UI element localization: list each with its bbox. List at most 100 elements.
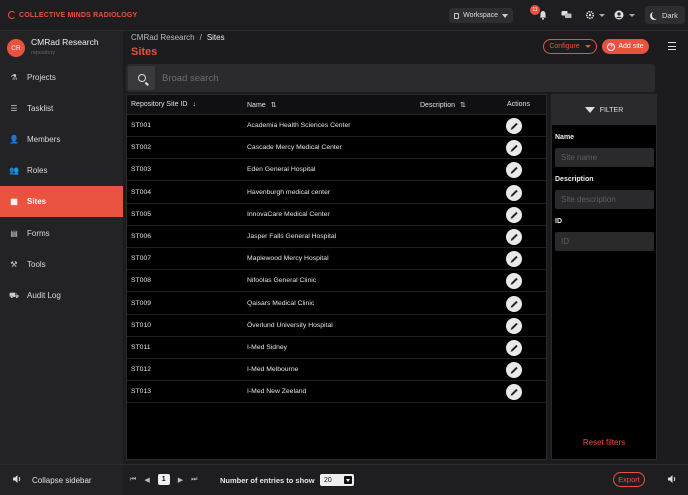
breadcrumb-parent[interactable]: CMRad Research bbox=[131, 33, 195, 42]
chevron-down-icon bbox=[584, 45, 591, 48]
sidebar-item-forms[interactable]: ▤ Forms bbox=[0, 218, 123, 249]
edit-button[interactable] bbox=[506, 184, 522, 201]
edit-button[interactable] bbox=[506, 273, 522, 290]
table-row[interactable]: ST010 Överlund University Hospital bbox=[127, 315, 546, 337]
site-id-cell: ST012 bbox=[131, 366, 152, 374]
page-title: Sites bbox=[131, 46, 158, 58]
pencil-icon bbox=[510, 344, 518, 352]
edit-button[interactable] bbox=[506, 206, 522, 223]
site-description-filter-input[interactable] bbox=[555, 190, 654, 209]
logo[interactable]: COLLECTIVE MINDS RADIOLOGY bbox=[8, 11, 137, 19]
next-page-icon[interactable]: ▶ bbox=[178, 476, 183, 484]
sort-icon: ⇅ bbox=[460, 102, 466, 109]
table-row[interactable]: ST001 Academia Health Sciences Center bbox=[127, 115, 546, 137]
search-button[interactable] bbox=[128, 66, 155, 90]
org-switcher[interactable]: CR CMRad Research repository bbox=[5, 37, 123, 63]
column-label: Actions bbox=[507, 101, 530, 108]
id-filter-input[interactable] bbox=[555, 232, 654, 251]
table-row[interactable]: ST013 I-Med New Zeeland bbox=[127, 381, 546, 404]
site-name-cell: Academia Health Sciences Center bbox=[247, 122, 351, 129]
table-row[interactable]: ST003 Eden General Hospital bbox=[127, 159, 546, 182]
table-row[interactable]: ST002 Cascade Mercy Medical Center bbox=[127, 137, 546, 160]
table-row[interactable]: ST009 Qaisars Medical Clinic bbox=[127, 293, 546, 315]
export-button[interactable]: Export bbox=[613, 472, 645, 487]
table-row[interactable]: ST011 I-Med Sidney bbox=[127, 337, 546, 359]
table-row[interactable]: ST008 Nifoolas General Clinic bbox=[127, 270, 546, 293]
filter-description-label: Description bbox=[555, 176, 594, 183]
table-header: Repository Site ID ↓ Name ⇅ Description … bbox=[127, 95, 546, 115]
current-page[interactable]: 1 bbox=[157, 474, 170, 485]
speaker-icon bbox=[13, 475, 22, 485]
workspace-label: Workspace bbox=[463, 12, 498, 19]
sidebar-item-roles[interactable]: 👥 Roles bbox=[0, 155, 123, 186]
table-row[interactable]: ST005 InnovaCare Medical Center bbox=[127, 204, 546, 226]
site-id-cell: ST013 bbox=[131, 388, 152, 396]
people-icon: 👥 bbox=[9, 166, 19, 175]
site-id-cell: ST004 bbox=[131, 188, 152, 196]
edit-button[interactable] bbox=[506, 118, 522, 134]
table-row[interactable]: ST012 I-Med Melbourne bbox=[127, 359, 546, 382]
site-name-cell: Havenburgh medical center bbox=[247, 188, 331, 196]
pencil-icon bbox=[510, 300, 518, 307]
sort-icon: ⇅ bbox=[270, 102, 277, 109]
sidebar-item-members[interactable]: 👤 Members bbox=[0, 124, 123, 155]
column-label: Name bbox=[247, 101, 266, 109]
menu-icon[interactable] bbox=[668, 42, 676, 50]
folder-icon bbox=[454, 12, 460, 19]
gear-icon[interactable] bbox=[584, 9, 596, 21]
tools-icon: ⚒ bbox=[10, 260, 18, 269]
prev-page-icon[interactable]: ◀ bbox=[144, 476, 149, 484]
edit-button[interactable] bbox=[506, 251, 522, 268]
site-name-cell: Överlund University Hospital bbox=[247, 321, 333, 329]
add-site-button[interactable]: + Add site bbox=[602, 39, 649, 54]
site-id-cell: ST006 bbox=[131, 233, 152, 240]
table-row[interactable]: ST004 Havenburgh medical center bbox=[127, 182, 546, 204]
table-row[interactable]: ST006 Jasper Falls General Hospital bbox=[127, 226, 546, 248]
theme-toggle-button[interactable]: Dark bbox=[645, 6, 685, 24]
sidebar-item-projects[interactable]: ⚗ Projects bbox=[0, 62, 123, 93]
breadcrumb: CMRad Research / Sites bbox=[131, 33, 225, 42]
pencil-icon bbox=[510, 122, 518, 130]
last-page-icon[interactable]: ⏭ bbox=[191, 476, 197, 484]
edit-button[interactable] bbox=[506, 295, 522, 312]
workspace-dropdown[interactable]: Workspace bbox=[449, 8, 513, 23]
site-name-filter-input[interactable] bbox=[555, 148, 654, 167]
sidebar-item-tasklist[interactable]: ☰ Tasklist bbox=[0, 93, 123, 124]
chat-icon[interactable] bbox=[560, 9, 572, 21]
entries-select[interactable]: 20 bbox=[320, 474, 354, 486]
sidebar-item-audit-log[interactable]: ⛟ Audit Log bbox=[0, 280, 123, 311]
collapse-sidebar-button[interactable]: Collapse sidebar bbox=[0, 464, 123, 495]
search-input[interactable] bbox=[162, 70, 642, 86]
edit-button[interactable] bbox=[506, 340, 522, 356]
edit-button[interactable] bbox=[506, 162, 522, 179]
org-subtitle: repository bbox=[31, 50, 56, 56]
reset-filters-link[interactable]: Reset filters bbox=[552, 438, 656, 447]
sidebar-item-label: Roles bbox=[27, 166, 48, 175]
first-page-icon[interactable]: ⏮ bbox=[130, 476, 136, 484]
configure-button[interactable]: Configure bbox=[543, 39, 597, 54]
table-row[interactable]: ST007 Maplewood Mercy Hospital bbox=[127, 248, 546, 271]
speaker-icon[interactable] bbox=[668, 475, 677, 485]
sidebar-item-tools[interactable]: ⚒ Tools bbox=[0, 249, 123, 280]
site-name-cell: I-Med Sidney bbox=[247, 344, 288, 351]
theme-label: Dark bbox=[662, 10, 678, 20]
edit-button[interactable] bbox=[506, 362, 522, 379]
column-header-description[interactable]: Description ⇅ bbox=[420, 101, 466, 110]
sidebar-item-label: Members bbox=[27, 135, 61, 144]
edit-button[interactable] bbox=[506, 229, 522, 245]
edit-button[interactable] bbox=[506, 317, 522, 334]
filter-header[interactable]: FILTER bbox=[552, 95, 656, 125]
column-header-id[interactable]: Repository Site ID ↓ bbox=[131, 101, 196, 108]
sidebar-item-sites[interactable]: ▦ Sites bbox=[0, 186, 123, 217]
user-chevron-icon[interactable] bbox=[629, 14, 635, 17]
moon-icon bbox=[652, 11, 660, 19]
sidebar-item-label: Forms bbox=[27, 229, 50, 238]
user-icon[interactable] bbox=[613, 9, 625, 21]
edit-button[interactable] bbox=[506, 384, 522, 401]
column-label: Description bbox=[420, 101, 456, 109]
sort-down-icon: ↓ bbox=[192, 101, 196, 108]
configure-label: Configure bbox=[549, 43, 580, 50]
column-header-name[interactable]: Name ⇅ bbox=[247, 101, 277, 110]
edit-button[interactable] bbox=[506, 140, 522, 157]
settings-chevron-icon[interactable] bbox=[599, 14, 605, 17]
